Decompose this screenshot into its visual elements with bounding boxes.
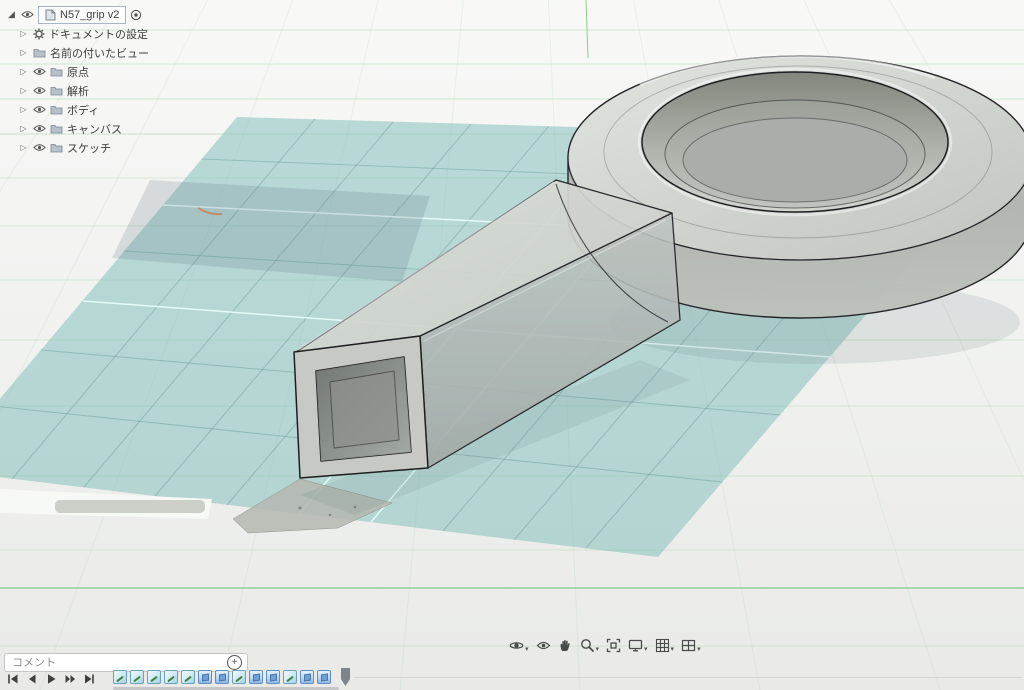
play-button[interactable]: [42, 671, 59, 686]
grid-snaps-button[interactable]: ▾: [653, 637, 677, 654]
timeline-position-marker[interactable]: [341, 668, 350, 686]
folder-icon: [33, 47, 46, 58]
browser-item-label[interactable]: キャンバス: [67, 121, 122, 137]
expand-arrow-icon[interactable]: ▷: [18, 125, 29, 133]
browser-item-label[interactable]: ボディ: [67, 102, 99, 118]
pan-button[interactable]: [556, 637, 575, 654]
sketch-feature-icon[interactable]: [164, 670, 178, 684]
sketch-feature-icon[interactable]: [181, 670, 195, 684]
browser-row-canvases[interactable]: ▷ キャンバス: [4, 119, 149, 138]
folder-icon: [50, 142, 63, 153]
dropdown-arrow-icon: ▾: [525, 646, 529, 653]
browser-panel: ◢ N57_grip v2 ▷ ドキュメントの設定 ▷ 名前の付いたビュー ▷: [4, 5, 149, 157]
sketch-feature-icon[interactable]: [147, 670, 161, 684]
orbit-icon: [509, 638, 524, 653]
browser-row-named-views[interactable]: ▷ 名前の付いたビュー: [4, 43, 149, 62]
dropdown-arrow-icon: ▾: [644, 646, 648, 653]
browser-item-label[interactable]: ドキュメントの設定: [49, 26, 148, 42]
browser-item-label[interactable]: スケッチ: [67, 140, 111, 156]
zoom-button[interactable]: ▾: [578, 637, 602, 654]
viewport-3d[interactable]: [0, 0, 1024, 690]
browser-item-label[interactable]: 解析: [67, 83, 89, 99]
extrude-feature-icon[interactable]: [266, 670, 280, 684]
expand-arrow-icon[interactable]: ▷: [18, 30, 29, 38]
browser-row-root[interactable]: ◢ N57_grip v2: [4, 5, 149, 24]
dropdown-arrow-icon: ▾: [697, 646, 701, 653]
expand-arrow-icon[interactable]: ▷: [18, 49, 29, 57]
timeline-features: [113, 670, 331, 684]
monitor-icon: [628, 638, 643, 653]
sketch-feature-icon[interactable]: [113, 670, 127, 684]
document-title-label: N57_grip v2: [60, 9, 119, 21]
browser-row-document-settings[interactable]: ▷ ドキュメントの設定: [4, 24, 149, 43]
folder-icon: [50, 85, 63, 96]
look-at-icon: [536, 638, 551, 653]
go-to-end-button[interactable]: [80, 671, 97, 686]
visibility-eye-icon[interactable]: [33, 124, 46, 133]
step-forward-button[interactable]: [61, 671, 78, 686]
dropdown-arrow-icon: ▾: [596, 646, 600, 653]
visibility-eye-icon[interactable]: [21, 10, 34, 19]
dropdown-arrow-icon: ▾: [671, 646, 675, 653]
visibility-eye-icon[interactable]: [33, 105, 46, 114]
orbit-button[interactable]: ▾: [507, 637, 531, 654]
expand-arrow-icon[interactable]: ▷: [18, 144, 29, 152]
document-icon: [45, 9, 56, 21]
activate-radio-icon[interactable]: [130, 9, 142, 21]
browser-item-label[interactable]: 原点: [67, 64, 89, 80]
browser-row-bodies[interactable]: ▷ ボディ: [4, 100, 149, 119]
expand-arrow-icon[interactable]: ◢: [6, 10, 17, 19]
viewports-icon: [681, 638, 696, 653]
folder-icon: [50, 66, 63, 77]
timeline-playback-controls: [4, 671, 97, 686]
browser-item-label[interactable]: 名前の付いたビュー: [50, 45, 149, 61]
sketch-feature-icon[interactable]: [232, 670, 246, 684]
pan-hand-icon: [558, 638, 573, 653]
visibility-eye-icon[interactable]: [33, 67, 46, 76]
fit-frame-icon: [606, 638, 621, 653]
magnifier-icon: [580, 638, 595, 653]
sketch-feature-icon[interactable]: [130, 670, 144, 684]
extrude-feature-icon[interactable]: [317, 670, 331, 684]
browser-row-sketches[interactable]: ▷ スケッチ: [4, 138, 149, 157]
expand-arrow-icon[interactable]: ▷: [18, 68, 29, 76]
viewports-button[interactable]: ▾: [679, 637, 703, 654]
display-settings-button[interactable]: ▾: [626, 637, 650, 654]
step-back-button[interactable]: [23, 671, 40, 686]
visibility-eye-icon[interactable]: [33, 143, 46, 152]
navigation-bar: ▾ ▾ ▾ ▾ ▾: [507, 637, 703, 654]
grid-icon: [655, 638, 670, 653]
timeline-track: [354, 677, 1022, 678]
expand-arrow-icon[interactable]: ▷: [18, 106, 29, 114]
look-at-button[interactable]: [534, 637, 553, 654]
folder-icon: [50, 123, 63, 134]
visibility-eye-icon[interactable]: [33, 86, 46, 95]
expand-arrow-icon[interactable]: ▷: [18, 87, 29, 95]
folder-icon: [50, 104, 63, 115]
go-to-beginning-button[interactable]: [4, 671, 21, 686]
fit-button[interactable]: [604, 637, 623, 654]
extrude-feature-icon[interactable]: [215, 670, 229, 684]
browser-row-analysis[interactable]: ▷ 解析: [4, 81, 149, 100]
sketch-feature-icon[interactable]: [283, 670, 297, 684]
gear-icon: [33, 28, 45, 40]
extrude-feature-icon[interactable]: [198, 670, 212, 684]
browser-row-origin[interactable]: ▷ 原点: [4, 62, 149, 81]
document-title[interactable]: N57_grip v2: [38, 6, 126, 24]
extrude-feature-icon[interactable]: [300, 670, 314, 684]
extrude-feature-icon[interactable]: [249, 670, 263, 684]
timeline-bar: [0, 666, 1024, 690]
